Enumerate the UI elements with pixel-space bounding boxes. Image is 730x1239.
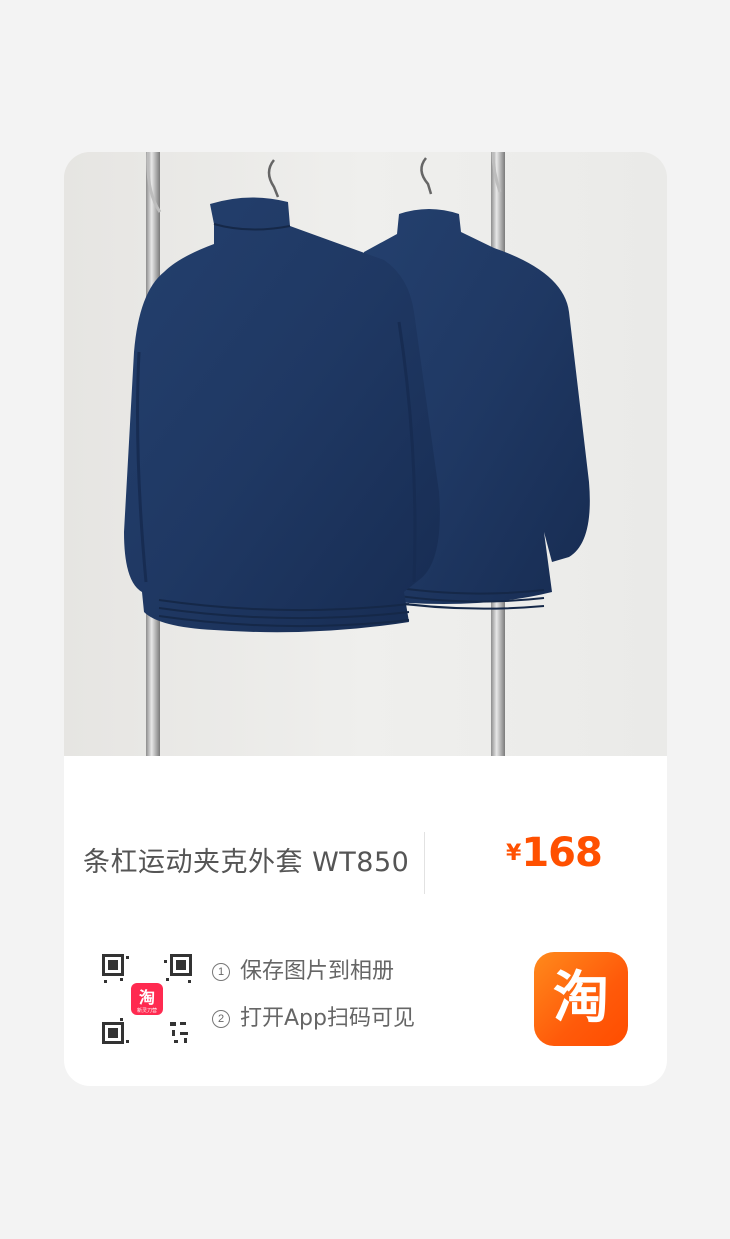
product-image[interactable] (64, 152, 667, 756)
product-share-card: 条杠运动夹克外套 WT850 ¥168 淘 新灵刀营 1 保存图片到相册 2 打… (64, 152, 667, 1086)
taobao-logo-icon: 淘 (553, 966, 609, 1031)
qr-code: 淘 新灵刀营 (100, 952, 194, 1046)
taobao-app-logo[interactable]: 淘 (534, 952, 628, 1046)
price-currency: ¥ (506, 841, 522, 866)
qr-center-logo-subtext: 新灵刀营 (137, 1007, 157, 1014)
product-info-row: 条杠运动夹克外套 WT850 ¥168 (64, 822, 667, 894)
step-2-number: 2 (212, 1010, 230, 1028)
product-title: 条杠运动夹克外套 WT850 (83, 847, 410, 878)
qr-center-logo-text: 淘 (139, 988, 155, 1007)
divider (424, 832, 425, 894)
jackets-illustration (64, 152, 667, 756)
step-2-text: 打开App扫码可见 (240, 1006, 415, 1031)
step-1-text: 保存图片到相册 (240, 959, 395, 984)
product-price: ¥168 (506, 830, 603, 876)
scan-instructions: 1 保存图片到相册 2 打开App扫码可见 (212, 960, 415, 1054)
price-amount: 168 (521, 830, 602, 876)
instruction-step-2: 2 打开App扫码可见 (212, 1007, 415, 1031)
step-1-number: 1 (212, 963, 230, 981)
instruction-step-1: 1 保存图片到相册 (212, 960, 415, 984)
